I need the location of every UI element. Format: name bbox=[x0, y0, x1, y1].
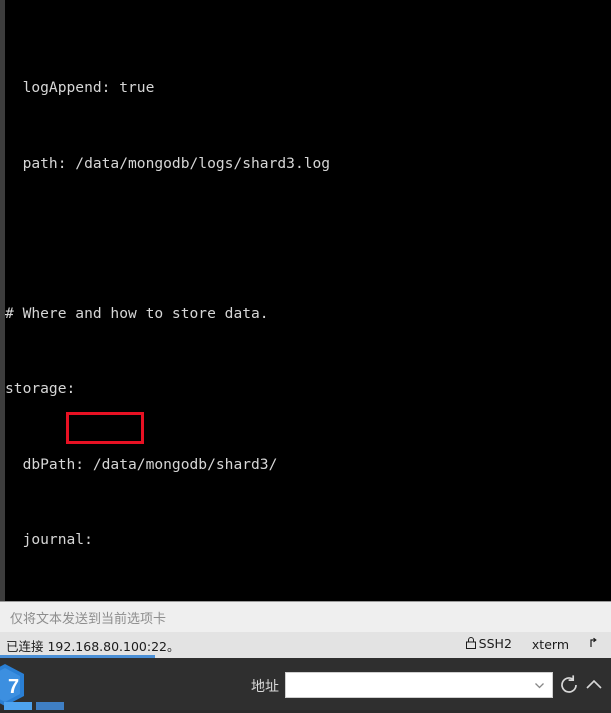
protocol-status[interactable]: SSH2 bbox=[456, 636, 522, 652]
address-combobox[interactable] bbox=[285, 672, 553, 698]
terminal-line: path: /data/mongodb/logs/shard3.log bbox=[5, 154, 331, 172]
status-overflow-icon[interactable] bbox=[579, 637, 611, 652]
address-input[interactable] bbox=[290, 676, 520, 691]
protocol-label: SSH2 bbox=[478, 636, 512, 651]
chevron-down-icon[interactable] bbox=[533, 679, 546, 692]
terminal-line: dbPath: /data/mongodb/shard3/ bbox=[5, 455, 278, 473]
taskbar-item-1[interactable] bbox=[4, 702, 32, 710]
terminal-text-area[interactable]: logAppend: true path: /data/mongodb/logs… bbox=[5, 0, 611, 601]
address-label: 地址 bbox=[251, 679, 279, 695]
terminal-line: logAppend: true bbox=[5, 79, 155, 97]
app-window: logAppend: true path: /data/mongodb/logs… bbox=[0, 0, 611, 710]
app-icon-label: 7 bbox=[8, 676, 19, 698]
terminal-type-status[interactable]: xterm bbox=[522, 637, 579, 652]
send-text-bar[interactable]: 仅将文本发送到当前选项卡 bbox=[0, 601, 611, 632]
terminal-line: # Where and how to store data. bbox=[5, 305, 269, 323]
status-bar-right-group: SSH2 xterm bbox=[456, 636, 611, 652]
send-text-placeholder: 仅将文本发送到当前选项卡 bbox=[10, 612, 167, 627]
terminal-pane[interactable]: logAppend: true path: /data/mongodb/logs… bbox=[0, 0, 611, 601]
terminal-line: journal: bbox=[5, 530, 93, 548]
terminal-line: storage: bbox=[5, 380, 76, 398]
refresh-icon[interactable] bbox=[557, 673, 581, 697]
lock-icon bbox=[465, 637, 476, 652]
chevron-up-icon[interactable] bbox=[583, 674, 605, 696]
connection-status-text: 已连接 192.168.80.100:22。 bbox=[6, 639, 180, 654]
terminal-type-label: xterm bbox=[531, 636, 569, 652]
taskbar-item-2[interactable] bbox=[36, 702, 64, 710]
